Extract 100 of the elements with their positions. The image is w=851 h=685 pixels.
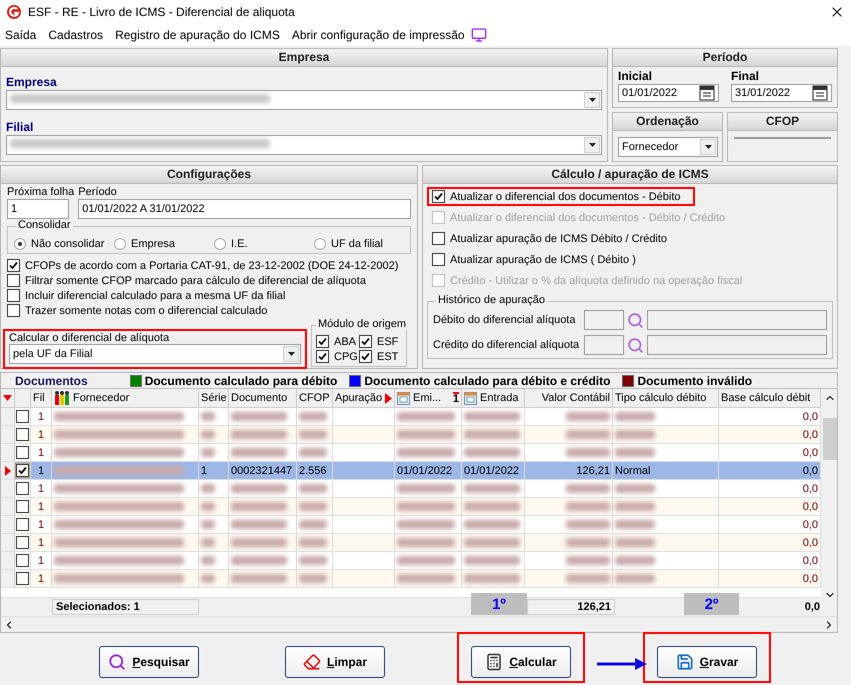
action-button[interactable]: Gravar [657,646,757,678]
checkbox[interactable] [16,518,29,531]
table-cell: 1 [31,570,52,588]
checkbox[interactable] [316,335,329,348]
search-icon[interactable] [627,312,644,328]
checkbox[interactable] [7,289,20,302]
blurred-text [299,448,327,457]
column-header[interactable]: Documento [229,389,297,408]
checkbox-label: EST [377,350,398,362]
checkbox[interactable] [16,428,29,441]
checkbox[interactable] [7,304,20,317]
checkbox[interactable] [16,410,29,423]
field-label: Empresa [6,75,58,89]
action-button[interactable]: Pesquisar [99,646,199,678]
blurred-text [566,502,610,511]
checkbox-label: CFOPs de acordo com a Portaria CAT-91, de 23-12-2002 (DOE 24-12-2002) [25,260,398,272]
column-header[interactable]: Emi... 1 [395,389,462,408]
code-field[interactable] [584,335,624,355]
sort-dropdown[interactable]: Fornecedor [618,137,718,157]
blurred-text [464,574,520,583]
action-button[interactable]: Calcular [471,646,571,678]
period-field[interactable]: 01/01/2022 A 31/01/2022 [78,199,411,219]
arrow-icon [597,658,647,670]
checkbox[interactable] [16,446,29,459]
checkbox[interactable] [16,536,29,549]
blurred-text [397,574,455,583]
column-header[interactable]: Tipo cálculo débito [613,389,719,408]
checkbox[interactable] [16,482,29,495]
checkbox-label: Incluir diferencial calculado para a mesma UF da filial [25,290,286,302]
table-cell: 0,0 [719,552,821,570]
radio-button[interactable] [114,238,126,250]
calendar-icon[interactable] [812,85,828,101]
column-header[interactable]: Fil [31,389,52,408]
checkbox[interactable] [16,464,29,477]
calculation-dropdown[interactable]: pela UF da Filial [9,344,301,364]
checkbox[interactable] [7,274,20,287]
radio-option[interactable]: Não consolidar [14,236,114,251]
scroll-thumb[interactable] [823,418,837,460]
checkbox-label: Atualizar apuração de ICMS ( Débito ) [450,254,636,266]
column-header[interactable]: Série [199,389,229,408]
radio-button[interactable] [314,238,326,250]
checkbox[interactable] [432,253,445,266]
blurred-text [299,484,327,493]
description-field[interactable] [647,310,827,330]
sort-arrow-icon[interactable] [3,395,12,401]
menu-item[interactable]: Registro de apuração do ICMS [115,28,280,42]
column-header[interactable]: Fornecedor [52,389,199,408]
column-header[interactable]: Valor Contábil [525,389,613,408]
blurred-text [615,448,655,457]
checkbox[interactable] [432,190,445,203]
date-field[interactable]: 31/01/2022 [731,84,832,102]
checkbox[interactable] [16,572,29,585]
radio-option[interactable]: Empresa [114,236,214,251]
panel-title: Período [613,49,837,67]
checkbox[interactable] [432,232,445,245]
radio-button[interactable] [214,238,226,250]
checkbox[interactable] [316,350,329,363]
blurred-text [397,520,455,529]
calendar-icon[interactable] [699,85,715,101]
action-button[interactable]: Limpar [285,646,385,678]
table-cell: 0,0 [719,426,821,444]
search-icon[interactable] [627,336,644,354]
radio-button[interactable] [14,238,26,250]
radio-option[interactable]: UF da filial [314,236,404,251]
code-field[interactable] [584,310,624,330]
checkbox[interactable] [16,500,29,513]
radio-option[interactable]: I.E. [214,236,314,251]
date-field[interactable]: 01/01/2022 [618,84,719,102]
table-cell: 1 [31,552,52,570]
next-page-field[interactable]: 1 [7,199,69,219]
column-header[interactable]: CFOP [297,389,333,408]
table-cell: 0,0 [719,570,821,588]
menu-item[interactable]: Abrir configuração de impressão [292,27,487,43]
checkbox[interactable] [7,259,20,272]
panel-title: CFOP [728,113,837,131]
checkbox[interactable] [16,554,29,567]
blurred-text [615,520,655,529]
column-header[interactable]: Base cálculo débit [719,389,821,408]
menu-item[interactable]: Saída [5,28,36,42]
checkbox-label: Crédito - Utilizar o % da alíquota definido na operação fiscal [450,274,742,286]
checkbox[interactable] [359,335,372,348]
blurred-text [201,502,215,511]
group-title: Histórico de apuração [436,294,548,306]
table-cell: 0002321447 [229,462,297,480]
blurred-text [201,448,215,457]
blurred-text [566,448,610,457]
blurred-text [397,448,455,457]
legend-label: Documento calculado para débito [144,374,338,388]
column-header[interactable]: Apuração [333,389,395,408]
checkbox[interactable] [359,350,372,363]
blurred-text [299,520,327,529]
selected-count: Selecionados: 1 [52,599,199,615]
menu-item[interactable]: Cadastros [48,28,104,42]
column-header[interactable]: Entrada [462,389,525,408]
blurred-text [615,538,655,547]
checkbox-label: ABA [334,336,356,348]
group-title: Consolidar [16,219,73,231]
blurred-text [566,484,610,493]
description-field[interactable] [647,335,827,355]
field-label: Período [78,186,118,198]
